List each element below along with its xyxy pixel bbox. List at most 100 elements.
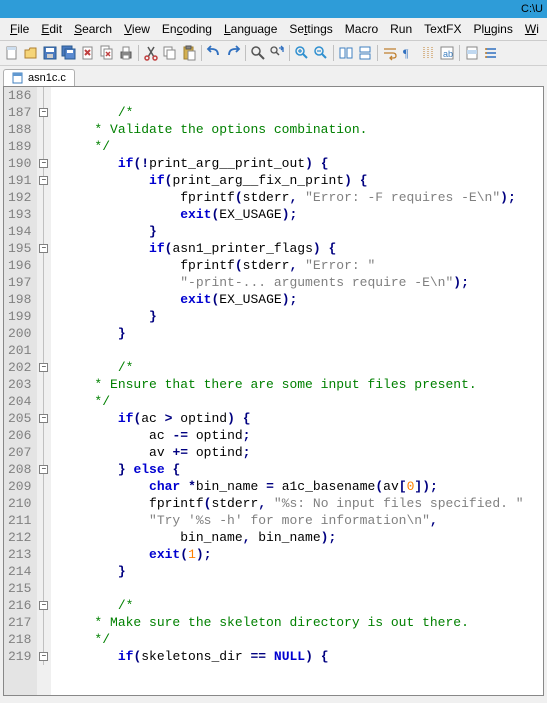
code-line[interactable]: }	[55, 325, 543, 342]
lang-udl-button[interactable]: ab	[438, 44, 456, 62]
code-line[interactable]: }	[55, 308, 543, 325]
code-line[interactable]: }	[55, 223, 543, 240]
line-number: 202	[8, 359, 31, 376]
code-line[interactable]: }	[55, 563, 543, 580]
code-line[interactable]: ac -= optind;	[55, 427, 543, 444]
toolbar-separator	[377, 45, 378, 61]
line-number: 216	[8, 597, 31, 614]
save-all-button[interactable]	[60, 44, 78, 62]
fold-toggle[interactable]: −	[39, 244, 48, 253]
fold-toggle[interactable]: −	[39, 601, 48, 610]
undo-button[interactable]	[205, 44, 223, 62]
menu-plugins[interactable]: Plugins	[467, 20, 518, 38]
close-all-button[interactable]	[98, 44, 116, 62]
sync-h-button[interactable]	[356, 44, 374, 62]
fold-column[interactable]: − − − − − − − − −	[37, 87, 51, 695]
func-list-button[interactable]	[482, 44, 500, 62]
menu-language[interactable]: Language	[218, 20, 283, 38]
code-line[interactable]: exit(1);	[55, 546, 543, 563]
code-area[interactable]: /* * Validate the options combination. *…	[51, 87, 543, 695]
menu-file[interactable]: File	[4, 20, 35, 38]
code-line[interactable]: "-print-... arguments require -E\n");	[55, 274, 543, 291]
fold-toggle[interactable]: −	[39, 414, 48, 423]
code-line[interactable]	[55, 342, 543, 359]
code-line[interactable]: /*	[55, 104, 543, 121]
zoom-out-button[interactable]	[312, 44, 330, 62]
replace-button[interactable]	[268, 44, 286, 62]
menu-run[interactable]: Run	[384, 20, 418, 38]
toolbar-separator	[289, 45, 290, 61]
code-line[interactable]: */	[55, 393, 543, 410]
code-line[interactable]: exit(EX_USAGE);	[55, 206, 543, 223]
code-line[interactable]: * Ensure that there are some input files…	[55, 376, 543, 393]
code-line[interactable]: char *bin_name = a1c_basename(av[0]);	[55, 478, 543, 495]
code-line[interactable]: /*	[55, 359, 543, 376]
wordwrap-button[interactable]	[381, 44, 399, 62]
open-file-button[interactable]	[22, 44, 40, 62]
svg-text:¶: ¶	[403, 46, 409, 60]
code-line[interactable]	[55, 580, 543, 597]
menu-search[interactable]: Search	[68, 20, 118, 38]
fold-toggle[interactable]: −	[39, 465, 48, 474]
code-line[interactable]: av += optind;	[55, 444, 543, 461]
fold-toggle[interactable]: −	[39, 108, 48, 117]
find-button[interactable]	[249, 44, 267, 62]
code-line[interactable]: fprintf(stderr, "Error: "	[55, 257, 543, 274]
fold-toggle[interactable]: −	[39, 363, 48, 372]
code-line[interactable]: if(print_arg__fix_n_print) {	[55, 172, 543, 189]
line-number: 214	[8, 563, 31, 580]
code-line[interactable]: } else {	[55, 461, 543, 478]
code-line[interactable]: /*	[55, 597, 543, 614]
line-number-gutter: 1861871881891901911921931941951961971981…	[4, 87, 37, 695]
copy-button[interactable]	[161, 44, 179, 62]
code-line[interactable]: fprintf(stderr, "Error: -F requires -E\n…	[55, 189, 543, 206]
code-line[interactable]: fprintf(stderr, "%s: No input files spec…	[55, 495, 543, 512]
fold-toggle[interactable]: −	[39, 176, 48, 185]
line-number: 192	[8, 189, 31, 206]
doc-map-button[interactable]	[463, 44, 481, 62]
file-icon	[12, 72, 24, 84]
code-line[interactable]: if(ac > optind) {	[55, 410, 543, 427]
paste-button[interactable]	[180, 44, 198, 62]
cut-button[interactable]	[142, 44, 160, 62]
code-line[interactable]: bin_name, bin_name);	[55, 529, 543, 546]
menu-macro[interactable]: Macro	[339, 20, 384, 38]
code-line[interactable]: */	[55, 631, 543, 648]
menu-textfx[interactable]: TextFX	[418, 20, 467, 38]
fold-toggle[interactable]: −	[39, 159, 48, 168]
save-button[interactable]	[41, 44, 59, 62]
code-line[interactable]: if(asn1_printer_flags) {	[55, 240, 543, 257]
code-line[interactable]: */	[55, 138, 543, 155]
code-line[interactable]: exit(EX_USAGE);	[55, 291, 543, 308]
print-button[interactable]	[117, 44, 135, 62]
show-all-chars-button[interactable]: ¶	[400, 44, 418, 62]
line-number: 215	[8, 580, 31, 597]
code-line[interactable]: if(!print_arg__print_out) {	[55, 155, 543, 172]
menu-edit[interactable]: Edit	[35, 20, 68, 38]
menu-view[interactable]: View	[118, 20, 156, 38]
menu-window[interactable]: Wi	[519, 20, 545, 38]
line-number: 199	[8, 308, 31, 325]
menu-settings[interactable]: Settings	[283, 20, 338, 38]
redo-button[interactable]	[224, 44, 242, 62]
code-line[interactable]: * Make sure the skeleton directory is ou…	[55, 614, 543, 631]
code-line[interactable]: * Validate the options combination.	[55, 121, 543, 138]
line-number: 195	[8, 240, 31, 257]
zoom-in-button[interactable]	[293, 44, 311, 62]
sync-v-button[interactable]	[337, 44, 355, 62]
fold-toggle[interactable]: −	[39, 652, 48, 661]
file-tab[interactable]: asn1c.c	[3, 69, 75, 86]
close-button[interactable]	[79, 44, 97, 62]
code-editor[interactable]: 1861871881891901911921931941951961971981…	[3, 86, 544, 696]
line-number: 190	[8, 155, 31, 172]
code-line[interactable]	[55, 87, 543, 104]
tab-bar: asn1c.c	[0, 66, 547, 86]
menu-encoding[interactable]: Encoding	[156, 20, 218, 38]
line-number: 189	[8, 138, 31, 155]
indent-guide-button[interactable]	[419, 44, 437, 62]
new-file-button[interactable]	[3, 44, 21, 62]
line-number: 187	[8, 104, 31, 121]
code-line[interactable]: if(skeletons_dir == NULL) {	[55, 648, 543, 665]
code-line[interactable]: "Try '%s -h' for more information\n",	[55, 512, 543, 529]
line-number: 197	[8, 274, 31, 291]
